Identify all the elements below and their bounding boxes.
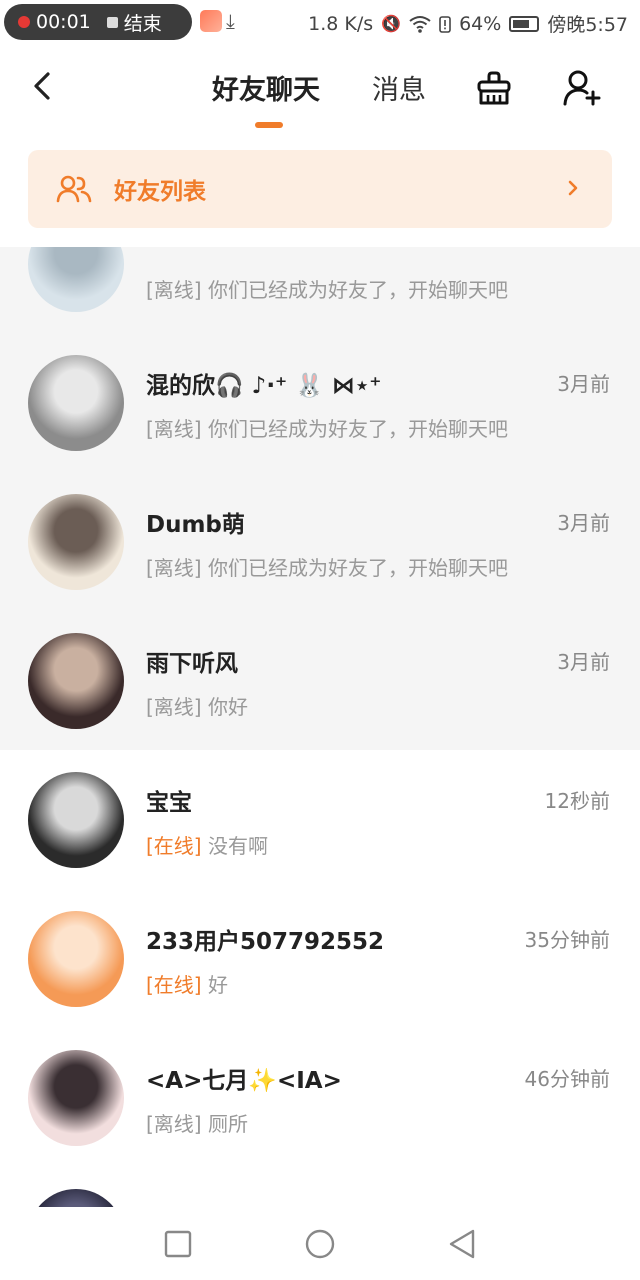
presence-status: [在线] (146, 834, 202, 858)
chat-last-message: [离线] 厕所 (146, 1108, 248, 1137)
recent-apps-button[interactable] (160, 1226, 196, 1262)
stop-icon (106, 16, 118, 28)
chat-row[interactable]: 233用户507792552 35分钟前 [在线] 好 (0, 889, 640, 1028)
home-button[interactable] (302, 1226, 338, 1262)
back-button[interactable] (20, 60, 64, 112)
friends-icon (56, 169, 96, 209)
avatar[interactable] (28, 911, 124, 1007)
message-text: 你们已经成为好友了，开始聊天吧 (207, 556, 508, 580)
presence-status: [离线] (146, 556, 202, 580)
status-right: 1.8 K/s 🔇 64% 傍晚5:57 (308, 10, 628, 37)
tab-messages[interactable]: 消息 (372, 68, 426, 107)
tab-indicator (255, 122, 283, 128)
app-notification-icon (200, 10, 222, 32)
chat-name: 宝宝 (146, 790, 192, 816)
broom-basket-icon (477, 71, 511, 105)
message-text: 你们已经成为好友了，开始聊天吧 (207, 278, 508, 302)
chat-last-message: [在线] 没有啊 (146, 830, 268, 859)
chevron-right-icon (568, 180, 578, 196)
avatar[interactable] (28, 494, 124, 590)
message-text: 你们已经成为好友了，开始聊天吧 (207, 417, 508, 441)
system-nav-bar (0, 1208, 640, 1280)
back-nav-button[interactable] (444, 1226, 480, 1262)
chat-time: 35分钟前 (524, 928, 610, 952)
battery-icon (509, 15, 540, 32)
clock: 傍晚5:57 (547, 14, 628, 36)
chat-time: 3月前 (557, 650, 610, 674)
battery-alert-icon (439, 15, 451, 33)
chat-last-message: [离线] 你们已经成为好友了，开始聊天吧 (146, 274, 508, 303)
chat-name: Dumb萌 (146, 512, 245, 538)
record-dot-icon (18, 16, 30, 28)
avatar[interactable] (28, 1189, 124, 1207)
top-header: 好友聊天 消息 (0, 44, 640, 134)
chat-last-message: [离线] 你们已经成为好友了，开始聊天吧 (146, 552, 508, 581)
chat-name: 233用户507792552 (146, 929, 385, 955)
clean-button[interactable] (472, 66, 516, 110)
chat-name: <A>七月✨<IA> (146, 1068, 342, 1094)
presence-status: [在线] (146, 973, 202, 997)
square-icon (164, 1230, 192, 1258)
chat-row[interactable]: 雨下听风 3月前 [离线] 你好 (0, 611, 640, 750)
chat-row[interactable]: [离线] 你们已经成为好友了，开始聊天吧 (0, 247, 640, 333)
wifi-icon (409, 15, 431, 33)
chat-row[interactable]: <A>七月✨<IA> 46分钟前 [离线] 厕所 (0, 1028, 640, 1167)
battery-percent: 64% (459, 12, 502, 35)
message-text: 你好 (207, 695, 248, 719)
chat-name: 混的欣🎧 ♪·⁺ 🐰 ⋈⋆⁺ (146, 373, 382, 399)
chat-row[interactable]: Dumb萌 3月前 [离线] 你们已经成为好友了，开始聊天吧 (0, 472, 640, 611)
chat-row[interactable]: 混的欣🎧 ♪·⁺ 🐰 ⋈⋆⁺ 3月前 [离线] 你们已经成为好友了，开始聊天吧 (0, 333, 640, 472)
chat-last-message: [离线] 你好 (146, 691, 248, 720)
avatar[interactable] (28, 772, 124, 868)
presence-status: [离线] (146, 278, 202, 302)
record-time: 00:01 (36, 11, 91, 33)
chat-row[interactable]: 宝宝 12秒前 [在线] 没有啊 (0, 750, 640, 889)
chat-time: 3月前 (557, 372, 610, 396)
download-icon: ⤓ (226, 9, 235, 33)
add-user-icon (563, 70, 601, 106)
chat-name: 土豆奶奶（神秘人物（母）） (146, 1200, 434, 1207)
chat-name: 雨下听风 (146, 651, 238, 677)
add-friend-button[interactable] (560, 66, 604, 110)
circle-icon (305, 1229, 335, 1259)
avatar[interactable] (28, 1050, 124, 1146)
chat-time: 46分钟前 (524, 1067, 610, 1091)
presence-status: [离线] (146, 1112, 202, 1136)
chat-time: 3月前 (557, 511, 610, 535)
message-text: 厕所 (207, 1112, 248, 1136)
mute-icon: 🔇 (381, 14, 402, 33)
presence-status: [离线] (146, 417, 202, 441)
app-screen: 00:01 结束 ⤓ 1.8 K/s 🔇 64% 傍晚5:57 好友聊天 消息 … (0, 0, 640, 1280)
chat-row[interactable]: 土豆奶奶（神秘人物（母）） 50分钟前 (0, 1167, 640, 1207)
presence-status: [离线] (146, 695, 202, 719)
message-text: 好 (207, 973, 228, 997)
friend-list-banner[interactable]: 好友列表 (28, 150, 612, 228)
avatar[interactable] (28, 355, 124, 451)
chat-last-message: [在线] 好 (146, 969, 228, 998)
tab-friend-chat[interactable]: 好友聊天 (212, 68, 320, 107)
avatar[interactable] (28, 247, 124, 312)
record-end-label: 结束 (123, 12, 162, 35)
chat-time: 12秒前 (544, 789, 610, 813)
friend-list-label: 好友列表 (114, 179, 206, 205)
chat-list[interactable]: [离线] 你们已经成为好友了，开始聊天吧 混的欣🎧 ♪·⁺ 🐰 ⋈⋆⁺ 3月前 [离线… (0, 247, 640, 1207)
triangle-back-icon (449, 1229, 475, 1259)
chat-time: 50分钟前 (525, 1202, 610, 1207)
net-speed: 1.8 K/s (308, 12, 374, 35)
avatar[interactable] (28, 633, 124, 729)
chat-last-message: [离线] 你们已经成为好友了，开始聊天吧 (146, 413, 508, 442)
status-bar: 00:01 结束 ⤓ 1.8 K/s 🔇 64% 傍晚5:57 (0, 0, 640, 44)
screen-record-pill[interactable]: 00:01 结束 (4, 4, 192, 40)
chevron-left-icon (34, 72, 50, 100)
message-text: 没有啊 (207, 834, 268, 858)
